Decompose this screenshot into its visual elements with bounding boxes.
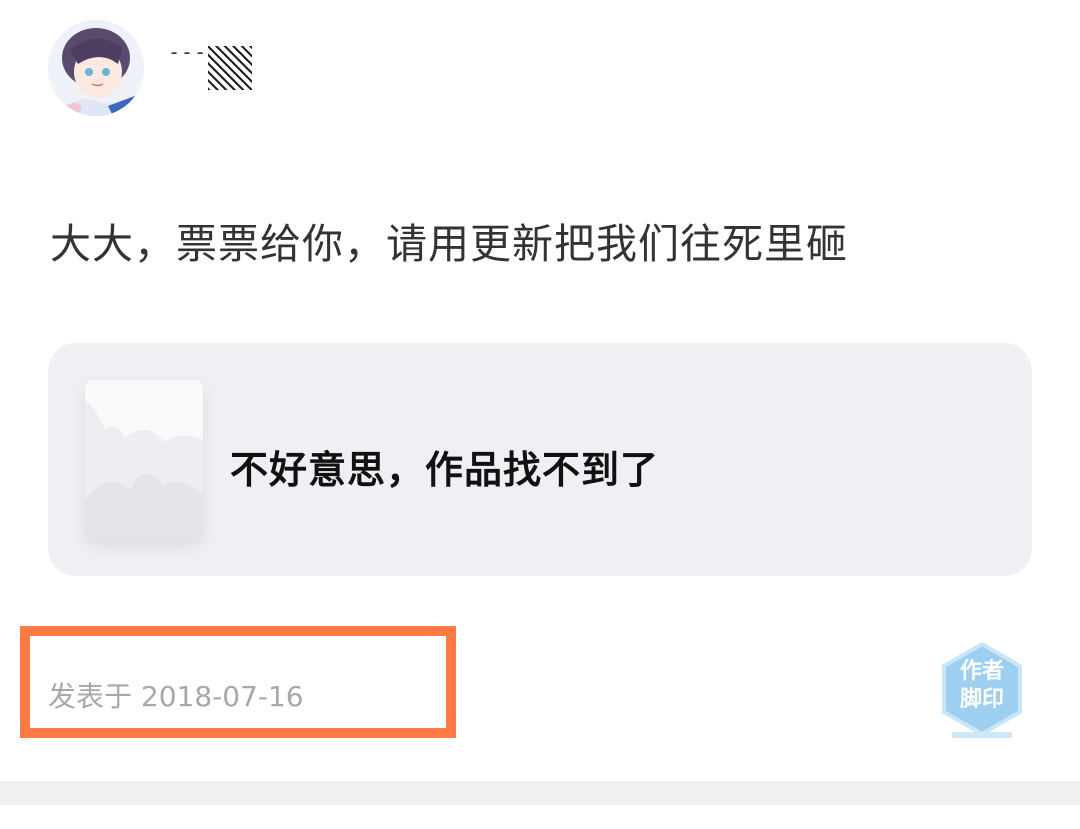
avatar-image	[48, 20, 144, 116]
avatar[interactable]	[48, 20, 144, 116]
work-card[interactable]: 不好意思，作品找不到了	[48, 343, 1032, 576]
badge-label: 作者 脚印	[934, 658, 1030, 714]
badge-label-line2: 脚印	[959, 687, 1004, 712]
post-date: 发表于 2018-07-16	[48, 680, 304, 713]
work-not-found-message: 不好意思，作品找不到了	[230, 448, 660, 492]
username-text: ---	[168, 40, 208, 64]
username-pattern	[208, 46, 252, 90]
post-content: 大大，票票给你，请用更新把我们往死里砸	[50, 220, 848, 268]
badge-label-line1: 作者	[959, 659, 1004, 684]
work-cover-placeholder	[85, 380, 203, 540]
mountain-placeholder-icon	[85, 380, 203, 540]
author-footprint-badge[interactable]: 作者 脚印	[934, 640, 1030, 740]
username[interactable]: ---	[168, 42, 258, 92]
section-divider	[0, 781, 1080, 805]
